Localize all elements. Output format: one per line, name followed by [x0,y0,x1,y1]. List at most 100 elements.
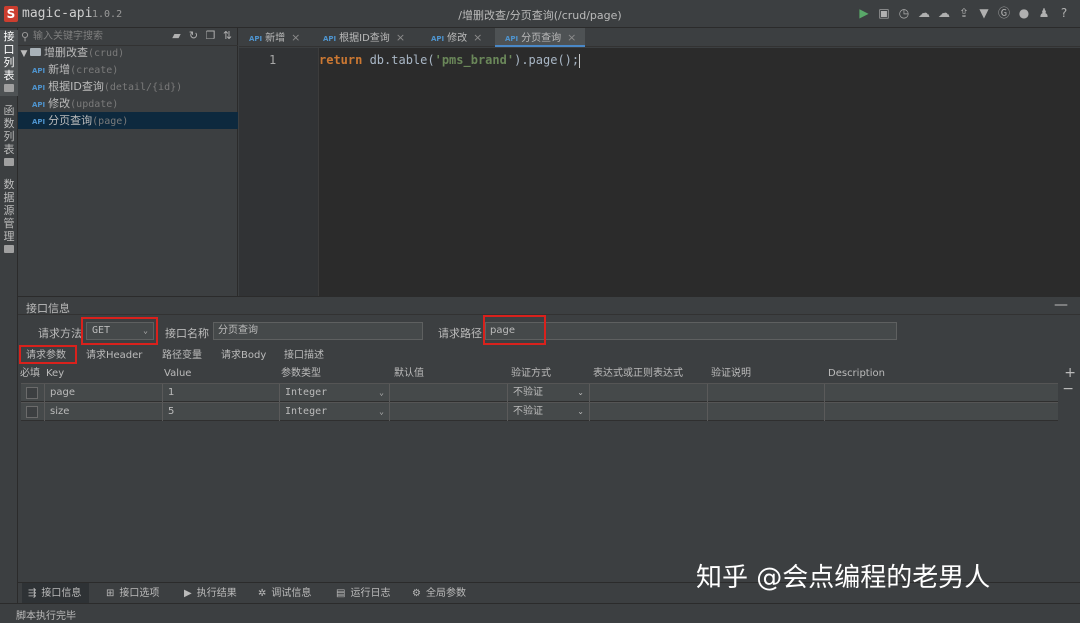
column-header: 默认值 [394,368,424,379]
api-tag-icon: API [505,35,519,43]
close-icon[interactable]: × [473,31,482,44]
gitee-icon[interactable]: Ⓖ [996,5,1012,21]
add-row-icon[interactable]: + [1064,365,1076,381]
method-label: 请求方法 [38,327,82,340]
close-icon[interactable]: × [291,31,300,44]
default-cell[interactable] [390,384,508,402]
bottom-tab-api-info[interactable]: ⇶ 接口信息 [22,583,90,604]
qq-icon[interactable]: ♟ [1036,5,1052,21]
code-line[interactable]: return db.table('pms_brand').page(); [319,53,1080,69]
bottom-tab-debug[interactable]: ✲ 调试信息 [252,583,319,604]
highlight-box [19,345,77,364]
tab-request-header[interactable]: 请求Header [86,349,142,363]
column-header: 表达式或正则表达式 [593,368,683,379]
tree-node-path: (page) [92,116,129,127]
api-tag-icon: API [32,101,46,109]
path-field[interactable]: page [485,322,897,340]
panel-header: 接口信息 — [18,297,1080,315]
code-keyword: return [319,53,363,67]
minimize-icon[interactable]: — [1054,297,1068,313]
help-icon[interactable]: ? [1056,5,1072,21]
options-icon: ⊞ [106,588,115,599]
expression-cell[interactable] [590,403,708,421]
new-folder-icon[interactable]: ▰ [170,29,183,42]
tree-node-path: (crud) [88,48,125,59]
close-icon[interactable]: × [567,31,576,44]
sort-icon[interactable]: ⇅ [221,29,234,42]
type-select[interactable]: Integer ⌄ [280,384,390,402]
vtab-datasource[interactable]: 数 据 源 管 理 [0,178,18,258]
value-cell[interactable]: 1 [163,384,280,402]
tab-request-body[interactable]: 请求Body [221,349,266,363]
tree-item-detail[interactable]: API 根据ID查询(detail/{id}) [18,78,238,95]
tab-label: 修改 [447,33,468,44]
tab-api-description[interactable]: 接口描述 [284,349,324,363]
required-checkbox[interactable] [26,406,38,418]
remove-row-icon[interactable]: − [1062,381,1074,397]
code-text: return db.table('pms_brand').page(); [319,53,581,68]
tab-page[interactable]: API 分页查询 × [495,28,585,47]
tree-item-create[interactable]: API 新增(create) [18,61,238,78]
run-icon[interactable]: ▶ [856,5,872,21]
download-icon[interactable]: ☁ [936,5,952,21]
description-cell[interactable] [825,384,1058,402]
column-header: Key [46,368,65,379]
message-cell[interactable] [708,403,825,421]
code-editor[interactable]: 1 return db.table('pms_brand').page(); [239,48,1080,296]
required-checkbox[interactable] [26,387,38,399]
vtab-function-list[interactable]: 函 数 列 表 [0,104,18,170]
history-icon[interactable]: ◷ [896,5,912,21]
type-value: Integer [285,406,328,417]
type-select[interactable]: Integer ⌄ [280,403,390,421]
skin-icon[interactable]: ▼ [976,5,992,21]
gear-icon: ⚙ [412,588,421,599]
description-cell[interactable] [825,403,1058,421]
bottom-tab-global-params[interactable]: ⚙ 全局参数 [406,583,474,604]
upload-icon[interactable]: ☁ [916,5,932,21]
validation-select[interactable]: 不验证 ⌄ [508,403,590,421]
tree-node-path: (detail/{id}) [103,82,183,93]
save-icon[interactable]: ▣ [876,5,892,21]
validation-value: 不验证 [513,406,543,417]
tab-detail[interactable]: API 根据ID查询 × [313,28,419,47]
message-cell[interactable] [708,384,825,402]
left-tool-strip: 接 口 列 表 函 数 列 表 数 据 源 管 理 [0,28,18,603]
bottom-tab-result[interactable]: ▶ 执行结果 [178,583,245,604]
value-cell[interactable]: 5 [163,403,280,421]
tree-group-crud[interactable]: ▼ 增删改查(crud) [18,44,238,61]
default-cell[interactable] [390,403,508,421]
column-header: 验证方式 [511,368,551,379]
validation-select[interactable]: 不验证 ⌄ [508,384,590,402]
github-icon[interactable]: ● [1016,5,1032,21]
search-input[interactable] [33,29,173,44]
tree-item-update[interactable]: API 修改(update) [18,95,238,112]
text-caret [579,53,581,68]
bottom-tab-api-options[interactable]: ⊞ 接口选项 [100,583,167,604]
column-header: 验证说明 [711,368,751,379]
push-icon[interactable]: ⇪ [956,5,972,21]
tab-path-variables[interactable]: 路径变量 [162,349,202,363]
tree-node-label: 新增 [48,63,71,76]
api-tag-icon: API [32,118,46,126]
panel-title: 接口信息 [26,302,70,315]
highlight-box [483,315,546,345]
tab-label: 新增 [265,33,286,44]
key-cell[interactable]: size [45,403,163,421]
refresh-icon[interactable]: ↻ [187,29,200,42]
name-field[interactable]: 分页查询 [213,322,423,340]
path-label: 请求路径 [438,327,482,340]
collapse-icon[interactable]: ❐ [204,29,217,42]
info-icon: ⇶ [28,588,37,599]
bottom-tab-log[interactable]: ▤ 运行日志 [330,583,398,604]
folder-icon [4,84,14,92]
tab-create[interactable]: API 新增 × [239,28,311,47]
expression-cell[interactable] [590,384,708,402]
api-tag-icon: API [32,84,46,92]
vtab-api-list[interactable]: 接 口 列 表 [0,30,18,96]
tree-item-page[interactable]: API 分页查询(page) [18,112,238,129]
close-icon[interactable]: × [396,31,405,44]
tab-update[interactable]: API 修改 × [421,28,493,47]
tree-node-path: (create) [70,65,119,76]
name-label: 接口名称 [165,327,209,340]
key-cell[interactable]: page [45,384,163,402]
